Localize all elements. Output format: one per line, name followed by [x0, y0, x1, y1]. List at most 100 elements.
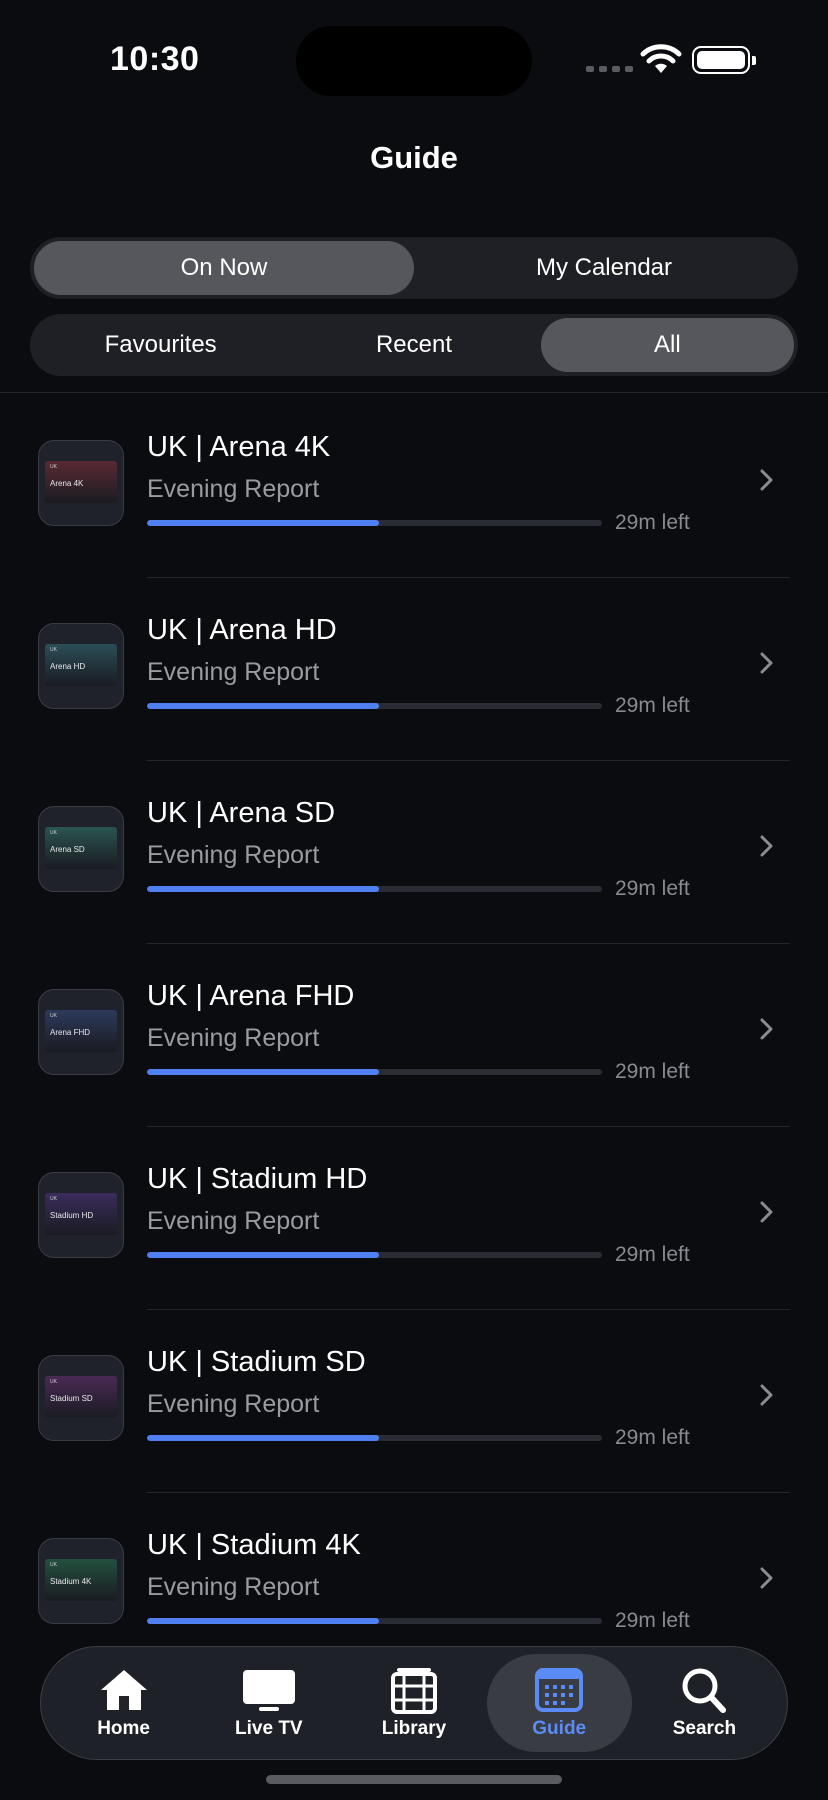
channel-name: UK | Stadium HD: [147, 1163, 368, 1195]
channel-name: UK | Arena FHD: [147, 980, 355, 1012]
chevron-right-icon: [760, 652, 773, 674]
channel-logo-label: Stadium SD: [50, 1394, 93, 1403]
channel-name: UK | Stadium SD: [147, 1346, 366, 1378]
program-title: Evening Report: [147, 1390, 320, 1418]
tab-label: Guide: [532, 1718, 587, 1739]
channel-logo-tile: UK Arena HD: [45, 644, 117, 686]
program-title: Evening Report: [147, 475, 320, 503]
page-title: Guide: [370, 140, 458, 175]
program-progress-bar: [147, 1435, 602, 1441]
channel-row[interactable]: UK Stadium HD UK | Stadium HD Evening Re…: [0, 1127, 828, 1310]
channel-logo: UK Stadium 4K: [38, 1538, 124, 1624]
tab-live-tv[interactable]: Live TV: [196, 1654, 341, 1752]
tab-home[interactable]: Home: [51, 1654, 196, 1752]
time-remaining: 29m left: [615, 511, 690, 534]
segment-recent[interactable]: Recent: [287, 318, 540, 372]
time-remaining: 29m left: [615, 1426, 690, 1449]
channel-logo-label: Arena SD: [50, 845, 85, 854]
time-remaining: 29m left: [615, 694, 690, 717]
channel-logo-tile: UK Stadium SD: [45, 1376, 117, 1418]
guide-screen: 10:30 Guide On Now My Calendar Favourite…: [0, 0, 828, 1800]
tab-label: Library: [381, 1718, 447, 1739]
tab-label: Search: [672, 1718, 737, 1739]
channel-row[interactable]: UK Arena HD UK | Arena HD Evening Report…: [0, 578, 828, 761]
channel-list: UK Arena 4K UK | Arena 4K Evening Report…: [0, 395, 828, 1676]
time-remaining: 29m left: [615, 877, 690, 900]
program-progress-fill: [147, 703, 380, 709]
channel-name: UK | Stadium 4K: [147, 1529, 361, 1561]
channel-logo-tag: UK: [50, 647, 57, 653]
channel-logo: UK Stadium SD: [38, 1355, 124, 1441]
program-progress-bar: [147, 703, 602, 709]
channel-row[interactable]: UK Stadium SD UK | Stadium SD Evening Re…: [0, 1310, 828, 1493]
channel-logo-tag: UK: [50, 1013, 57, 1019]
channel-logo-tile: UK Stadium 4K: [45, 1559, 117, 1601]
wifi-icon: [640, 44, 682, 73]
tab-library[interactable]: Library: [341, 1654, 486, 1752]
chevron-right-icon: [760, 1201, 773, 1223]
program-progress-fill: [147, 886, 380, 892]
channel-row[interactable]: UK Arena 4K UK | Arena 4K Evening Report…: [0, 395, 828, 578]
channel-logo-tag: UK: [50, 1379, 57, 1385]
chevron-right-icon: [760, 1384, 773, 1406]
segment-my-calendar[interactable]: My Calendar: [414, 241, 794, 295]
time-remaining: 29m left: [615, 1060, 690, 1083]
segment-favourites[interactable]: Favourites: [34, 318, 287, 372]
chevron-right-icon: [760, 835, 773, 857]
time-remaining: 29m left: [615, 1243, 690, 1266]
channel-logo-label: Stadium HD: [50, 1211, 94, 1220]
chevron-right-icon: [760, 469, 773, 491]
home-indicator: [266, 1775, 562, 1784]
program-progress-fill: [147, 1618, 380, 1624]
filter-segmented-control: Favourites Recent All: [30, 314, 798, 376]
program-title: Evening Report: [147, 1207, 320, 1235]
channel-logo-label: Arena FHD: [50, 1028, 91, 1037]
view-mode-segmented-control: On Now My Calendar: [30, 237, 798, 299]
status-bar: 10:30: [0, 0, 828, 110]
channel-logo: UK Arena 4K: [38, 440, 124, 526]
tab-label: Home: [97, 1718, 150, 1739]
program-title: Evening Report: [147, 841, 320, 869]
program-progress-fill: [147, 1069, 380, 1075]
channel-logo: UK Arena SD: [38, 806, 124, 892]
time-remaining: 29m left: [615, 1609, 690, 1632]
channel-name: UK | Arena HD: [147, 614, 337, 646]
channel-row[interactable]: UK Arena SD UK | Arena SD Evening Report…: [0, 761, 828, 944]
channel-logo-label: Arena HD: [50, 662, 86, 671]
segment-all[interactable]: All: [540, 318, 794, 372]
magnifier-icon: [682, 1668, 727, 1713]
channel-logo-label: Arena 4K: [50, 479, 84, 488]
program-title: Evening Report: [147, 1024, 320, 1052]
channel-logo: UK Arena FHD: [38, 989, 124, 1075]
program-progress-bar: [147, 1618, 602, 1624]
channel-name: UK | Arena 4K: [147, 431, 331, 463]
channel-logo-tag: UK: [50, 464, 57, 470]
channel-logo-tile: UK Arena SD: [45, 827, 117, 869]
segment-on-now[interactable]: On Now: [34, 241, 414, 295]
chevron-right-icon: [760, 1018, 773, 1040]
program-title: Evening Report: [147, 658, 320, 686]
header-divider: [0, 392, 828, 393]
tv-icon: [242, 1670, 295, 1711]
channel-logo-tile: UK Stadium HD: [45, 1193, 117, 1235]
channel-row[interactable]: UK Arena FHD UK | Arena FHD Evening Repo…: [0, 944, 828, 1127]
channel-logo-label: Stadium 4K: [50, 1577, 92, 1586]
tab-guide[interactable]: Guide: [486, 1654, 632, 1752]
channel-logo-tile: UK Arena 4K: [45, 461, 117, 503]
channel-logo-tag: UK: [50, 830, 57, 836]
channel-logo-tile: UK Arena FHD: [45, 1010, 117, 1052]
tab-label: Live TV: [235, 1718, 303, 1739]
program-progress-bar: [147, 886, 602, 892]
program-progress-fill: [147, 520, 380, 526]
house-icon: [100, 1670, 147, 1710]
film-icon: [391, 1668, 437, 1714]
cellular-signal-icon: [586, 66, 633, 72]
tab-search[interactable]: Search: [632, 1654, 777, 1752]
program-progress-bar: [147, 1069, 602, 1075]
program-title: Evening Report: [147, 1573, 320, 1601]
channel-name: UK | Arena SD: [147, 797, 336, 829]
status-time: 10:30: [110, 40, 200, 78]
dynamic-island: [296, 26, 532, 96]
program-progress-bar: [147, 520, 602, 526]
program-progress-bar: [147, 1252, 602, 1258]
